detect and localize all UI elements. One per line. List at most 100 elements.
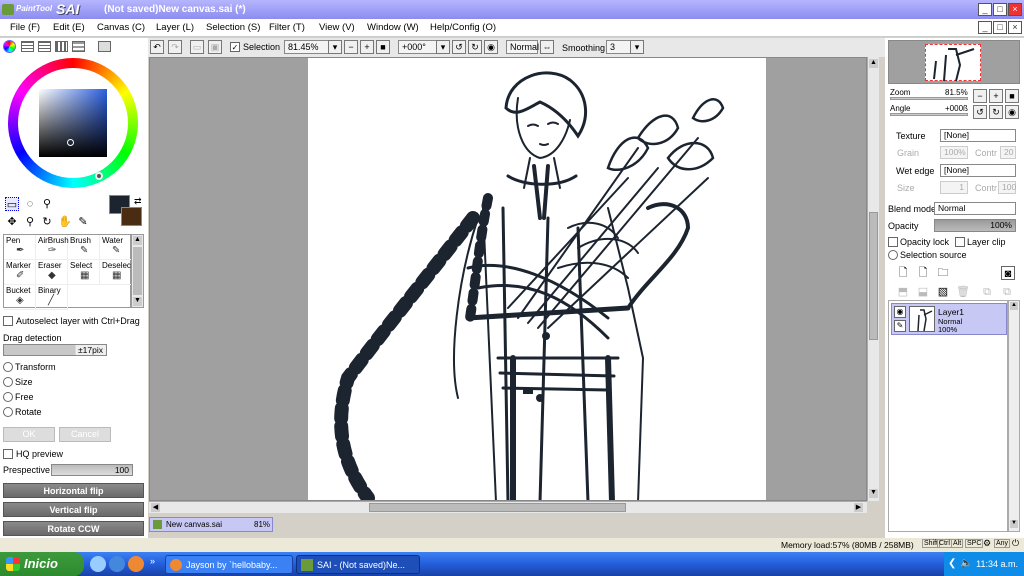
tool-binary[interactable]: Binary ╱ [36, 285, 68, 310]
hand-icon[interactable]: ✋ [58, 215, 72, 229]
tool-pen[interactable]: Pen ✒ [4, 235, 36, 260]
menu-filter[interactable]: Filter (T) [269, 22, 305, 33]
show-desktop-icon[interactable] [90, 556, 106, 572]
selection-checkbox[interactable]: ✓ [230, 42, 240, 52]
chevron-down-icon[interactable]: ▾ [630, 40, 644, 54]
delete-layer-icon[interactable]: 🗑 [956, 285, 970, 299]
deselect-icon[interactable]: ▭ [190, 40, 204, 54]
paint-lock-icon[interactable]: ✎ [894, 320, 906, 332]
menu-file[interactable]: File (F) [10, 22, 40, 33]
ok-button[interactable]: OK [3, 427, 55, 442]
new-layer-icon[interactable]: 🗋 [896, 266, 910, 280]
navigator-viewport-frame[interactable] [925, 44, 981, 82]
texture-dropdown[interactable]: [None] [940, 129, 1016, 142]
scroll-up-icon[interactable]: ▲ [1010, 302, 1018, 310]
view-blend-dropdown[interactable]: Normal [506, 40, 539, 54]
vertical-flip-button[interactable]: Vertical flip [3, 502, 144, 517]
canvas-vertical-scrollbar[interactable]: ▲ ▼ [867, 57, 879, 501]
scratchpad-tab-icon[interactable] [72, 41, 85, 52]
nav-rotate-right-icon[interactable]: ↻ [989, 105, 1003, 119]
scroll-up-icon[interactable]: ▲ [869, 59, 878, 68]
speaker-icon[interactable]: 🔈 [960, 552, 972, 576]
chevron-down-icon[interactable]: ▾ [328, 40, 342, 54]
horizontal-scroll-thumb[interactable] [369, 503, 626, 512]
tool-brush[interactable]: Brush ✎ [68, 235, 100, 260]
scroll-down-icon[interactable]: ▼ [869, 489, 878, 498]
zoom-in-icon[interactable]: + [360, 40, 374, 54]
hue-picker-cursor[interactable] [95, 172, 103, 180]
angle-slider[interactable] [890, 113, 968, 116]
zoom-slider[interactable] [890, 97, 968, 100]
clear-layer-icon[interactable]: ▧ [936, 285, 950, 299]
nav-zoom-in-icon[interactable]: + [989, 89, 1003, 103]
rgb-slider-tab-icon[interactable] [21, 41, 34, 52]
eyedropper-icon[interactable]: ✎ [76, 215, 90, 229]
zoom-out-icon[interactable]: − [344, 40, 358, 54]
zoom-reset-icon[interactable]: ■ [376, 40, 390, 54]
rect-select-icon[interactable]: ▭ [5, 197, 19, 211]
close-button[interactable]: × [1008, 3, 1022, 16]
new-linework-layer-icon[interactable]: 🗋 [916, 266, 930, 280]
firefox-icon[interactable] [128, 556, 144, 572]
zoom-icon[interactable]: ⚲ [23, 215, 37, 229]
tool-airbrush[interactable]: AirBrush ✑ [36, 235, 69, 260]
doc-minimize-button[interactable]: _ [978, 21, 992, 34]
redo-icon[interactable]: ↷ [168, 40, 182, 54]
radio-free[interactable] [3, 392, 13, 402]
horizontal-flip-button[interactable]: Horizontal flip [3, 483, 144, 498]
scroll-thumb[interactable] [133, 247, 142, 295]
lasso-icon[interactable]: ◌ [23, 197, 37, 211]
secondary-color-swatch[interactable] [121, 207, 142, 226]
drag-detection-slider[interactable]: ±17pix [3, 344, 107, 356]
menu-window[interactable]: Window (W) [367, 22, 419, 33]
taskbar-item-browser[interactable]: Jayson by `hellobaby... [165, 555, 293, 574]
tool-marker[interactable]: Marker ✐ [4, 260, 36, 285]
quick-launch-more-icon[interactable]: » [150, 556, 155, 566]
autoselect-checkbox[interactable] [3, 316, 13, 326]
menu-edit[interactable]: Edit (E) [53, 22, 85, 33]
doc-restore-button[interactable]: □ [993, 21, 1007, 34]
magic-wand-icon[interactable]: ⚲ [40, 197, 54, 211]
tool-grid-scrollbar[interactable]: ▲ ▼ [131, 234, 144, 308]
perspective-slider[interactable]: 100 [51, 464, 133, 476]
canvas-paper[interactable] [308, 58, 766, 500]
nav-zoom-out-icon[interactable]: − [973, 89, 987, 103]
user-swatch-tab-icon[interactable] [98, 41, 111, 52]
doc-close-button[interactable]: × [1008, 21, 1022, 34]
scroll-right-icon[interactable]: ▶ [854, 503, 863, 512]
rotate-right-icon[interactable]: ↻ [468, 40, 482, 54]
selection-source-radio[interactable] [888, 250, 898, 260]
radio-size[interactable] [3, 377, 13, 387]
menu-canvas[interactable]: Canvas (C) [97, 22, 145, 33]
taskbar-item-sai[interactable]: SAI - (Not saved)Ne... [296, 555, 420, 574]
tool-select[interactable]: Select ▦ [68, 260, 100, 285]
tool-eraser[interactable]: Eraser ◆ [36, 260, 68, 285]
scroll-left-icon[interactable]: ◀ [151, 503, 160, 512]
chevron-down-icon[interactable]: ▾ [436, 40, 450, 54]
canvas-horizontal-scrollbar[interactable]: ◀ ▶ [149, 501, 867, 513]
layer-mask-icon[interactable]: ◙ [1001, 266, 1015, 280]
navigator-preview[interactable] [888, 40, 1020, 84]
flatten-icon[interactable]: ⧉ [1000, 285, 1014, 299]
ie-icon[interactable] [109, 556, 125, 572]
layer-list-scrollbar[interactable]: ▲ ▼ [1008, 300, 1020, 532]
vertical-scroll-thumb[interactable] [869, 212, 878, 340]
move-icon[interactable]: ✥ [5, 215, 19, 229]
tool-bucket[interactable]: Bucket ◈ [4, 285, 36, 310]
blend-mode-dropdown[interactable]: Normal [934, 202, 1016, 215]
rotate-left-icon[interactable]: ↺ [452, 40, 466, 54]
menu-selection[interactable]: Selection (S) [206, 22, 260, 33]
maximize-button[interactable]: □ [993, 3, 1007, 16]
transfer-down-icon[interactable]: ⬒ [896, 285, 910, 299]
radio-rotate[interactable] [3, 407, 13, 417]
scroll-down-icon[interactable]: ▼ [1010, 520, 1018, 528]
opacity-slider[interactable]: 100% [934, 219, 1016, 232]
merge-down-icon[interactable]: ⬓ [916, 285, 930, 299]
rotate-ccw-button[interactable]: Rotate CCW [3, 521, 144, 536]
merge-visible-icon[interactable]: ⧉ [980, 285, 994, 299]
tool-deselect[interactable]: Deselect ▦ [100, 260, 133, 285]
saturation-value-square[interactable] [39, 89, 107, 157]
rotate-reset-icon[interactable]: ◉ [484, 40, 498, 54]
cancel-button[interactable]: Cancel [59, 427, 111, 442]
radio-transform[interactable] [3, 362, 13, 372]
